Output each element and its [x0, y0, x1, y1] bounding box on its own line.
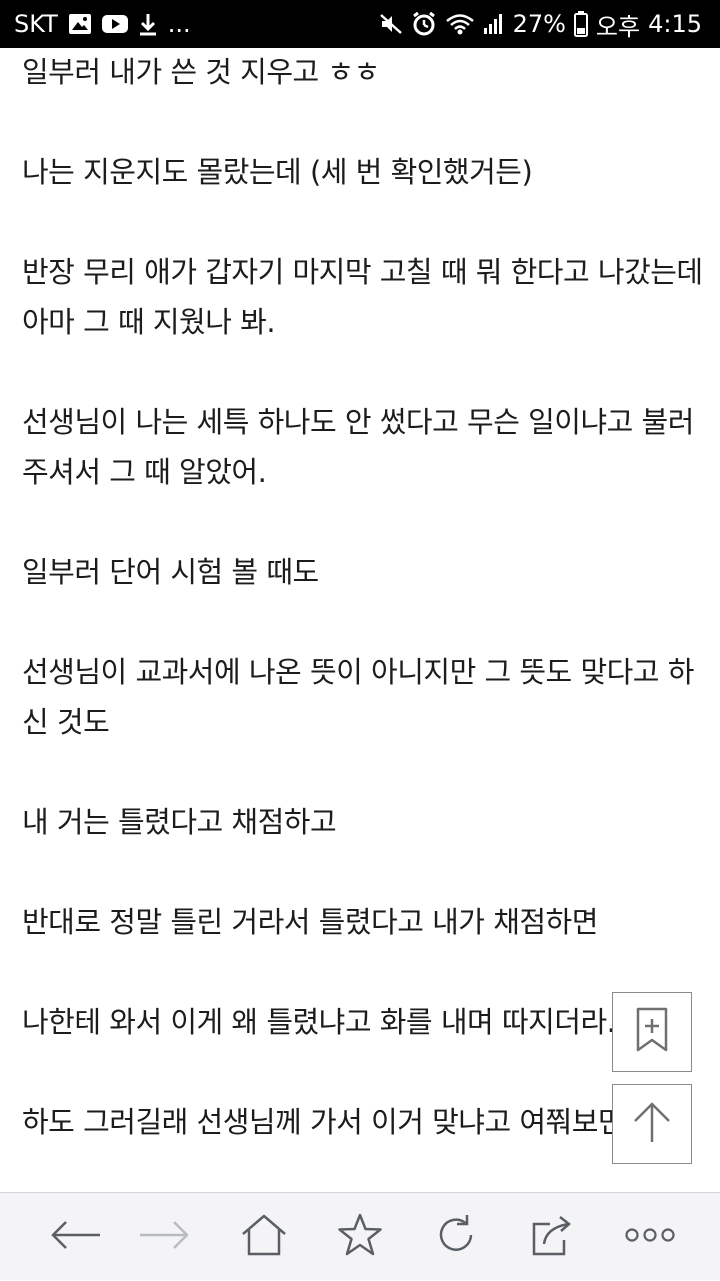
- bookmark-star-button[interactable]: [310, 1193, 410, 1281]
- carrier-label: SKT: [14, 10, 58, 38]
- back-arrow-icon: [50, 1220, 102, 1254]
- status-left: SKT ...: [14, 10, 201, 38]
- article-line: 선생님이 교과서에 나온 뜻이 아니지만 그 뜻도 맞다고 하: [22, 655, 694, 689]
- time-label: 4:15: [648, 10, 702, 38]
- share-icon: [530, 1214, 574, 1260]
- arrow-up-icon: [632, 1100, 672, 1148]
- browser-bottom-bar: [0, 1192, 720, 1280]
- refresh-icon: [435, 1214, 477, 1260]
- signal-icon: [483, 12, 505, 36]
- article-line: 나한테 와서 이게 왜 틀렸냐고 화를 내며 따지더라.: [22, 1005, 616, 1039]
- article-line: 일부러 단어 시험 볼 때도: [22, 555, 319, 589]
- forward-arrow-icon: [138, 1220, 190, 1254]
- more-icon: [624, 1227, 676, 1247]
- wifi-icon: [445, 12, 475, 36]
- article-line: 일부러 내가 쓴 것 지우고 ㅎㅎ: [22, 55, 380, 89]
- image-icon: [68, 13, 92, 35]
- article-line: 주셔서 그 때 알았어.: [22, 455, 267, 489]
- download-icon: [138, 12, 158, 36]
- article-line: 반대로 정말 틀린 거라서 틀렸다고 내가 채점하면: [22, 905, 598, 939]
- time-ampm: 오후: [595, 12, 641, 41]
- battery-percent: 27%: [512, 10, 566, 38]
- status-bar: SKT ... 27% 오후 4:15: [0, 0, 720, 48]
- article-line: 반장 무리 애가 갑자기 마지막 고칠 때 뭐 한다고 나갔는데: [22, 255, 703, 289]
- bookmark-add-button[interactable]: [612, 992, 692, 1072]
- home-button[interactable]: [214, 1193, 314, 1281]
- alarm-icon: [411, 11, 437, 37]
- more-menu-button[interactable]: [600, 1193, 700, 1281]
- article-line: 하도 그러길래 선생님께 가서 이거 맞냐고 여쭤보면: [22, 1105, 625, 1139]
- bookmark-add-icon: [635, 1007, 669, 1057]
- battery-icon: [573, 11, 588, 37]
- youtube-icon: [101, 14, 128, 34]
- more-notifications-label: ...: [167, 10, 191, 38]
- article-line: 내 거는 틀렸다고 채점하고: [22, 805, 337, 839]
- mute-icon: [379, 12, 403, 36]
- article-line: 나는 지운지도 몰랐는데 (세 번 확인했거든): [22, 155, 533, 189]
- share-button[interactable]: [502, 1193, 602, 1281]
- refresh-button[interactable]: [406, 1193, 506, 1281]
- status-right: 27% 오후 4:15: [371, 7, 702, 42]
- article-line: 아마 그 때 지웠나 봐.: [22, 305, 276, 339]
- article-line: 신 것도: [22, 705, 110, 739]
- star-icon: [337, 1213, 383, 1261]
- forward-button[interactable]: [114, 1193, 214, 1281]
- home-icon: [241, 1214, 287, 1260]
- article-line: 선생님이 나는 세특 하나도 안 썼다고 무슨 일이냐고 불러: [22, 405, 694, 439]
- back-button[interactable]: [26, 1193, 126, 1281]
- scroll-top-button[interactable]: [612, 1084, 692, 1164]
